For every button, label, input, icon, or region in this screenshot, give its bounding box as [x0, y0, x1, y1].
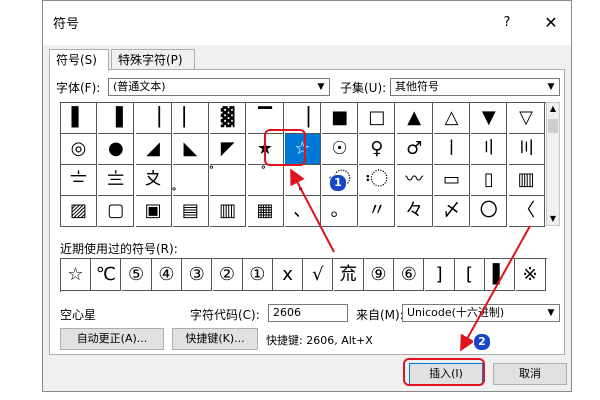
arrow-to-star	[290, 168, 335, 253]
step-badge-1: 1	[329, 174, 347, 192]
step-badge-2: 2	[473, 333, 491, 351]
tab-symbols[interactable]: 符号(S)	[49, 49, 109, 71]
arrow-to-insert	[460, 225, 531, 352]
